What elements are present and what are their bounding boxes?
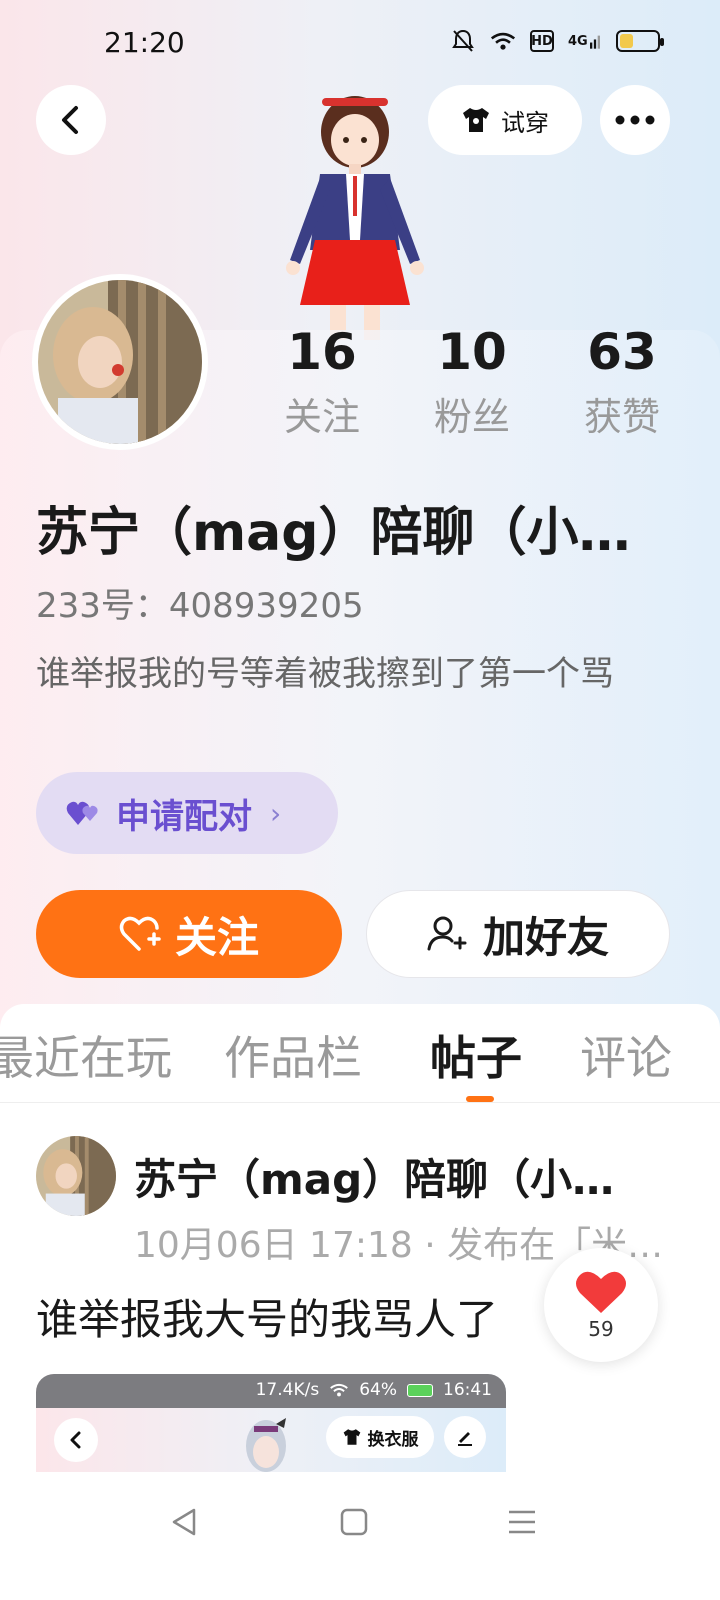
embedded-time: 16:41 [443,1380,492,1400]
profile-bio: 谁举报我的号等着被我擦到了第一个骂 [36,654,614,694]
back-button[interactable] [36,85,106,155]
post-image[interactable]: 17.4K/s 64% 16:41 换衣服 [36,1374,506,1474]
battery-level [620,34,633,48]
match-request-label: 申请配对 [116,796,252,837]
followers-count: 10 [437,323,507,381]
post-text[interactable]: 谁举报我大号的我骂人了 [36,1286,596,1347]
more-button[interactable] [600,85,670,155]
account-id[interactable]: 233号：408939205 [36,578,364,627]
embedded-status-bar: 17.4K/s 64% 16:41 [36,1374,506,1408]
wifi-icon [490,28,516,54]
nav-home-icon[interactable] [334,1502,374,1542]
like-count: 59 [588,1317,614,1341]
tab-posts[interactable]: 帖子 [430,1022,522,1088]
tab-recently-played[interactable]: 最近在玩 [0,1022,172,1088]
like-button[interactable]: 59 [544,1248,658,1362]
follow-button[interactable]: 关注 [36,890,342,978]
more-dots-icon [615,115,655,125]
status-time: 21:20 [104,26,185,59]
profile-tabs: 最近在玩 作品栏 帖子 评论 [0,1022,720,1102]
tab-works[interactable]: 作品栏 [224,1022,362,1088]
hd-icon: HD [530,30,554,52]
chevron-right-icon: › [270,796,282,830]
embedded-shirt-icon [343,1429,360,1445]
match-request-button[interactable]: 申请配对 › [36,772,338,854]
tab-comments[interactable]: 评论 [580,1022,672,1088]
embedded-network-speed: 17.4K/s [255,1380,320,1400]
user-plus-icon [427,916,467,951]
post-author-avatar[interactable] [36,1136,116,1216]
embedded-outfit-button: 换衣服 [326,1416,434,1458]
nav-back-icon[interactable] [164,1502,204,1542]
follow-label: 关注 [174,912,259,962]
followers-stat[interactable]: 10 粉丝 [412,322,532,441]
embedded-wifi-icon [330,1383,349,1397]
embedded-battery-text: 64% [359,1380,397,1400]
heart-icon [576,1271,626,1313]
heart-plus-icon [119,916,161,951]
embedded-back-icon [54,1418,98,1462]
hearts-icon [66,801,98,825]
avatar-character-image [260,90,450,340]
profile-stats: 16 关注 10 粉丝 63 获赞 [262,322,682,441]
try-on-button[interactable]: 试穿 [428,85,582,155]
embedded-edit-icon [444,1416,486,1458]
embedded-character-icon [236,1414,296,1474]
profile-name: 苏宁（mag）陪聊（小… [36,503,631,563]
battery-icon [616,30,664,52]
nav-menu-icon[interactable] [502,1502,542,1542]
embedded-battery-icon [407,1383,433,1397]
following-label: 关注 [283,395,360,439]
post-author-name[interactable]: 苏宁（mag）陪聊（小… [134,1146,674,1207]
try-on-label: 试穿 [501,108,549,137]
likes-stat[interactable]: 63 获赞 [562,322,682,441]
following-count: 16 [287,323,357,381]
tabs-divider [0,1102,720,1103]
following-stat[interactable]: 16 关注 [262,322,382,441]
status-icons: HD 4G [450,28,664,54]
4g-signal-icon: 4G [568,28,602,54]
likes-label: 获赞 [583,395,660,439]
avatar[interactable] [32,274,208,450]
system-nav-bar [0,1472,720,1600]
likes-count: 63 [587,323,657,381]
status-bar: 21:20 HD 4G [0,0,720,88]
followers-label: 粉丝 [433,395,510,439]
chevron-left-icon [62,106,78,134]
embedded-outfit-label: 换衣服 [367,1429,419,1450]
add-friend-label: 加好友 [482,912,609,962]
bell-muted-icon [450,28,476,54]
shirt-icon [463,108,489,132]
add-friend-button[interactable]: 加好友 [366,890,670,978]
